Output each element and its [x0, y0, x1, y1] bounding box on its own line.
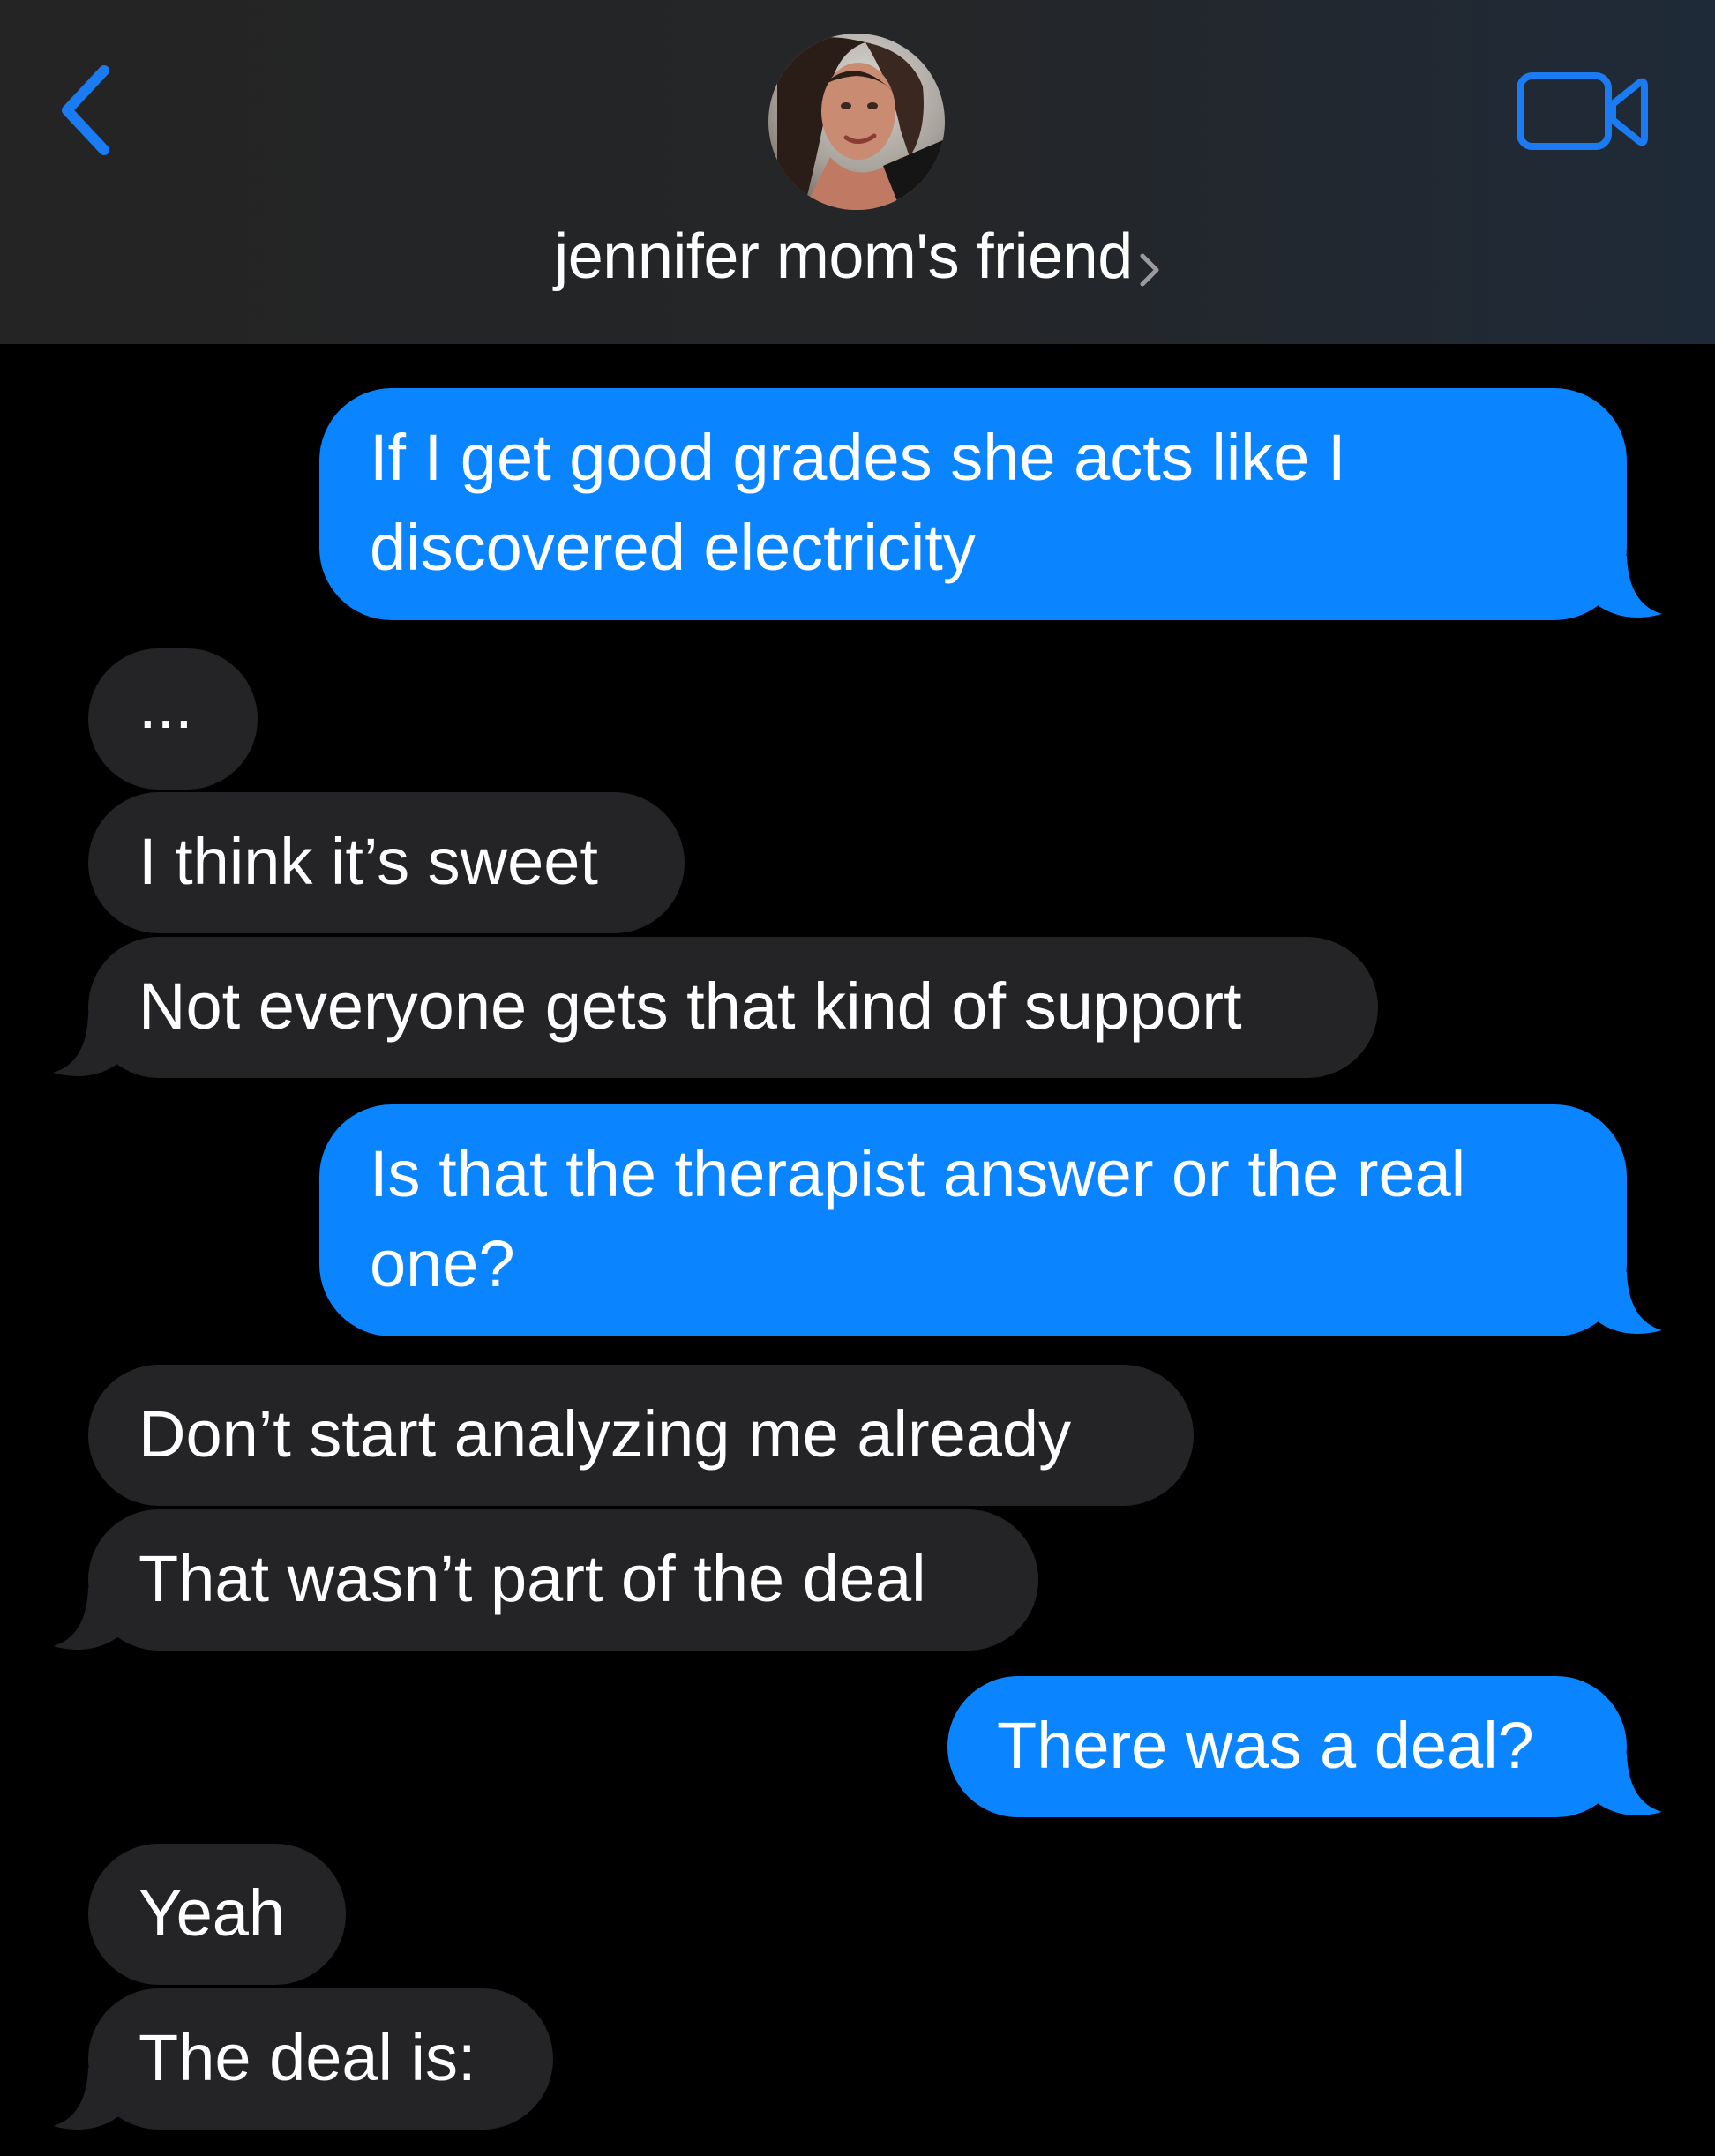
bubble-tail-incoming: [53, 1014, 127, 1076]
message-text: Is that the therapist answer or the real…: [370, 1137, 1466, 1300]
incoming-message-bubble[interactable]: That wasn’t part of the deal: [88, 1509, 1038, 1651]
incoming-message-bubble[interactable]: Don’t start analyzing me already: [88, 1365, 1194, 1506]
message-text: That wasn’t part of the deal: [139, 1542, 926, 1615]
message-text: Yeah: [139, 1876, 286, 1950]
contact-avatar-photo: [768, 34, 945, 210]
incoming-message-bubble[interactable]: Yeah: [88, 1844, 346, 1985]
back-button[interactable]: [55, 62, 125, 159]
message-text: There was a deal?: [997, 1709, 1534, 1782]
bubble-tail-incoming: [53, 1588, 127, 1650]
incoming-message-bubble[interactable]: The deal is:: [88, 1988, 553, 2130]
incoming-message-bubble[interactable]: ...: [88, 648, 258, 790]
video-camera-icon: [1517, 72, 1648, 150]
bubble-tail-incoming: [53, 2068, 127, 2130]
bubble-tail-outgoing: [1588, 556, 1662, 618]
contact-name: jennifer mom's friend: [554, 221, 1133, 292]
message-text: ...: [139, 669, 193, 742]
chevron-left-icon: [62, 65, 109, 155]
outgoing-message-bubble[interactable]: Is that the therapist answer or the real…: [319, 1104, 1627, 1336]
message-text: I think it’s sweet: [139, 825, 598, 898]
message-text: The deal is:: [139, 2021, 476, 2094]
outgoing-message-bubble[interactable]: If I get good grades she acts like I dis…: [319, 388, 1627, 620]
avatar[interactable]: [768, 34, 945, 210]
message-thread[interactable]: If I get good grades she acts like I dis…: [0, 344, 1715, 2156]
message-text: Not everyone gets that kind of support: [139, 969, 1242, 1043]
contact-name-button[interactable]: jennifer mom's friend: [0, 221, 1715, 293]
bubble-tail-outgoing: [1588, 1272, 1662, 1334]
conversation-header: jennifer mom's friend: [0, 0, 1715, 344]
bubble-tail-outgoing: [1588, 1754, 1662, 1815]
message-text: If I get good grades she acts like I dis…: [370, 421, 1346, 584]
facetime-video-button[interactable]: [1516, 69, 1650, 157]
message-text: Don’t start analyzing me already: [139, 1397, 1072, 1471]
outgoing-message-bubble[interactable]: There was a deal?: [947, 1676, 1627, 1817]
incoming-message-bubble[interactable]: Not everyone gets that kind of support: [88, 937, 1378, 1078]
incoming-message-bubble[interactable]: I think it’s sweet: [88, 792, 685, 933]
chevron-right-icon: [1140, 253, 1159, 287]
